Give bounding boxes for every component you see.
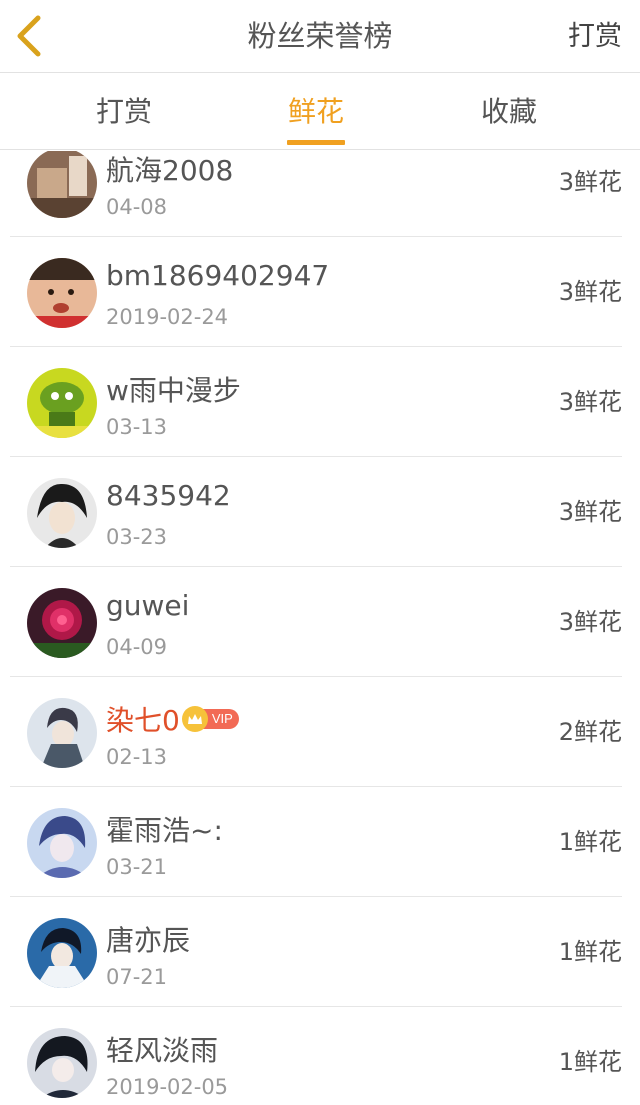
flower-count: 2鲜花 bbox=[558, 718, 622, 746]
fan-name-text: 染七0 bbox=[106, 704, 180, 737]
tab-favorites[interactable]: 收藏 bbox=[439, 74, 579, 150]
flower-count: 3鲜花 bbox=[558, 388, 622, 416]
avatar[interactable] bbox=[27, 698, 97, 768]
active-tab-indicator bbox=[287, 140, 345, 145]
tab-bar: 打赏 鲜花 收藏 bbox=[0, 74, 640, 150]
fan-name-vip: 染七0 VIP bbox=[106, 699, 239, 739]
flower-count: 3鲜花 bbox=[558, 168, 622, 196]
avatar[interactable] bbox=[27, 588, 97, 658]
avatar[interactable] bbox=[27, 151, 97, 218]
avatar[interactable] bbox=[27, 478, 97, 548]
fan-date: 04-09 bbox=[106, 635, 168, 659]
avatar[interactable] bbox=[27, 368, 97, 438]
page-title: 粉丝荣誉榜 bbox=[247, 19, 393, 53]
fan-date: 02-13 bbox=[106, 745, 168, 769]
flower-count: 3鲜花 bbox=[558, 608, 622, 636]
reward-button[interactable]: 打赏 bbox=[568, 0, 622, 73]
avatar[interactable] bbox=[27, 808, 97, 878]
flower-count: 3鲜花 bbox=[558, 498, 622, 526]
tab-reward[interactable]: 打赏 bbox=[54, 74, 194, 150]
vip-badge: VIP bbox=[181, 706, 239, 732]
fan-date: 03-21 bbox=[106, 855, 168, 879]
avatar[interactable] bbox=[27, 258, 97, 328]
chevron-left-icon bbox=[17, 15, 41, 57]
fan-date: 03-23 bbox=[106, 525, 168, 549]
crown-icon bbox=[181, 706, 208, 732]
list-item[interactable]: 霍雨浩~: 03-21 1鲜花 bbox=[10, 787, 622, 897]
fan-name: guwei bbox=[106, 589, 190, 622]
tab-flowers[interactable]: 鲜花 bbox=[246, 74, 386, 150]
fan-ranking-list[interactable]: 航海2008 04-08 3鲜花 bm1869402947 2019-02-24… bbox=[0, 151, 640, 1105]
top-bar: 粉丝荣誉榜 打赏 bbox=[0, 0, 640, 73]
list-item[interactable]: bm1869402947 2019-02-24 3鲜花 bbox=[10, 237, 622, 347]
list-item[interactable]: 唐亦辰 07-21 1鲜花 bbox=[10, 897, 622, 1007]
list-item[interactable]: guwei 04-09 3鲜花 bbox=[10, 567, 622, 677]
fan-date: 04-08 bbox=[106, 195, 168, 219]
flower-count: 1鲜花 bbox=[558, 1048, 622, 1076]
fan-date: 2019-02-05 bbox=[106, 1075, 229, 1099]
back-button[interactable] bbox=[6, 10, 52, 62]
fan-date: 07-21 bbox=[106, 965, 168, 989]
fan-name: 航海2008 bbox=[106, 154, 234, 187]
fan-name: 轻风淡雨 bbox=[106, 1034, 219, 1067]
fan-name: 唐亦辰 bbox=[106, 924, 191, 957]
list-item[interactable]: 8435942 03-23 3鲜花 bbox=[10, 457, 622, 567]
fan-name: w雨中漫步 bbox=[106, 374, 241, 407]
fan-date: 2019-02-24 bbox=[106, 305, 229, 329]
fan-date: 03-13 bbox=[106, 415, 168, 439]
flower-count: 3鲜花 bbox=[558, 278, 622, 306]
list-item[interactable]: 染七0 VIP 02-13 2鲜花 bbox=[10, 677, 622, 787]
flower-count: 1鲜花 bbox=[558, 828, 622, 856]
flower-count: 1鲜花 bbox=[558, 938, 622, 966]
avatar[interactable] bbox=[27, 1028, 97, 1098]
list-item[interactable]: 航海2008 04-08 3鲜花 bbox=[10, 151, 622, 237]
fan-name: 霍雨浩~: bbox=[106, 814, 223, 847]
fan-name: bm1869402947 bbox=[106, 259, 330, 292]
list-item[interactable]: 轻风淡雨 2019-02-05 1鲜花 bbox=[10, 1007, 622, 1105]
avatar[interactable] bbox=[27, 918, 97, 988]
fan-name: 8435942 bbox=[106, 479, 231, 512]
list-item[interactable]: w雨中漫步 03-13 3鲜花 bbox=[10, 347, 622, 457]
